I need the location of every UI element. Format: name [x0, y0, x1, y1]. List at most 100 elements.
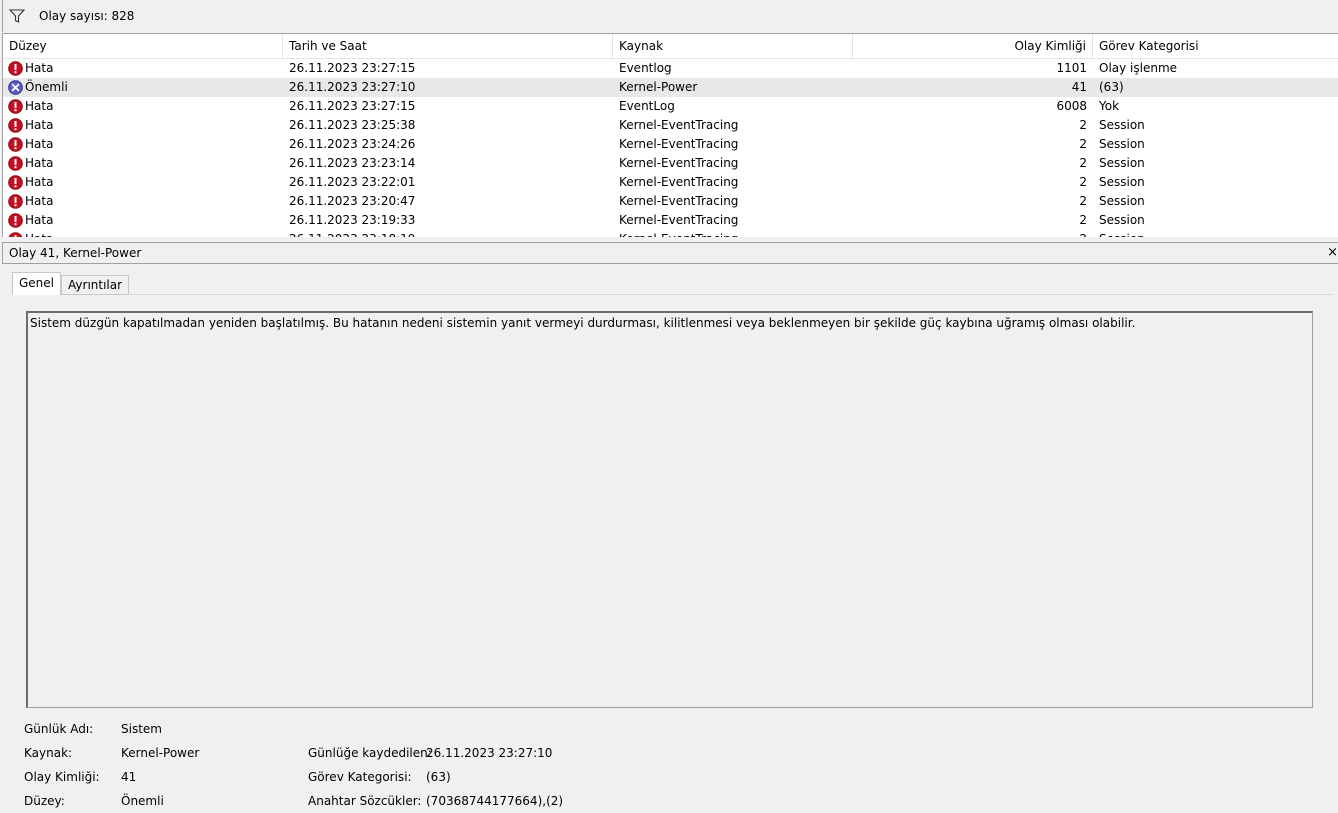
column-header-level[interactable]: Düzey [3, 34, 283, 58]
filter-bar: Olay sayısı: 828 [2, 0, 1338, 32]
cell-datetime: 26.11.2023 23:24:26 [289, 137, 416, 151]
cell-event-id: 2 [1079, 156, 1087, 170]
cell-level: Hata [3, 173, 283, 192]
cell-task-category: Yok [1099, 99, 1120, 113]
table-row[interactable]: Hata 26.11.2023 23:24:26 Kernel-EventTraci… [3, 135, 1338, 154]
task-category-label: Görev Kategorisi: [308, 770, 412, 784]
event-description[interactable]: Sistem düzgün kapatılmadan yeniden başla… [26, 311, 1313, 708]
cell-task-category: Session [1099, 175, 1145, 189]
cell-level: Hata [3, 192, 283, 211]
table-row[interactable]: Hata 26.11.2023 23:22:01 Kernel-EventTraci… [3, 173, 1338, 192]
table-row[interactable]: Hata 26.11.2023 23:27:15 Eventlog 1101 Olay … [3, 59, 1338, 78]
log-name-label: Günlük Adı: [24, 722, 94, 736]
level-text: Hata [25, 156, 54, 170]
error-icon [8, 118, 23, 133]
filter-icon[interactable] [7, 6, 27, 26]
level-text: Hata [25, 213, 54, 227]
cell-task-category: Session [1099, 118, 1145, 132]
cell-source: Kernel-EventTracing [619, 194, 739, 208]
error-icon [8, 99, 23, 114]
cell-event-id: 1101 [1056, 61, 1087, 75]
cell-source: Eventlog [619, 61, 672, 75]
cell-source: Kernel-Power [619, 80, 698, 94]
tab-general[interactable]: Genel [12, 272, 62, 295]
logged-label: Günlüğe kaydedilen: [308, 746, 432, 760]
cell-task-category: Olay işlenme [1099, 61, 1178, 75]
level-text: Hata [25, 99, 54, 113]
cell-level: Hata [3, 97, 283, 116]
event-list-header: Düzey Tarih ve Saat Kaynak Olay Kimliği … [3, 34, 1338, 59]
cell-datetime: 26.11.2023 23:23:14 [289, 156, 416, 170]
error-icon [8, 156, 23, 171]
cell-source: Kernel-EventTracing [619, 156, 739, 170]
cell-level: Önemli [3, 78, 283, 97]
source-value[interactable]: Kernel-Power [121, 746, 199, 760]
event-id-value[interactable]: 41 [121, 770, 136, 784]
task-category-value[interactable]: (63) [426, 770, 451, 784]
table-row[interactable]: Hata 26.11.2023 23:25:38 Kernel-EventTraci… [3, 116, 1338, 135]
cell-task-category: Session [1099, 194, 1145, 208]
column-header-source[interactable]: Kaynak [613, 34, 853, 58]
event-rows: Hata 26.11.2023 23:27:15 Eventlog 1101 Olay … [3, 59, 1338, 238]
cell-task-category: Session [1099, 137, 1145, 151]
cell-datetime: 26.11.2023 23:27:15 [289, 61, 416, 75]
table-row[interactable]: Hata 26.11.2023 23:23:14 Kernel-EventTraci… [3, 154, 1338, 173]
table-row[interactable]: Önemli 26.11.2023 23:27:10 Kernel-Power 41 (… [3, 78, 1338, 97]
cell-source: Kernel-EventTracing [619, 213, 739, 227]
cell-event-id: 2 [1079, 137, 1087, 151]
cell-event-id: 2 [1079, 175, 1087, 189]
tab-details[interactable]: Ayrıntılar [61, 275, 130, 295]
column-header-task-category[interactable]: Görev Kategorisi [1093, 34, 1338, 58]
cell-datetime: 26.11.2023 23:27:15 [289, 99, 416, 113]
keywords-value[interactable]: (70368744177664),(2) [426, 794, 563, 808]
cell-datetime: 26.11.2023 23:19:33 [289, 213, 416, 227]
table-row[interactable]: Hata 26.11.2023 23:19:33 Kernel-EventTraci… [3, 211, 1338, 230]
level-text: Hata [25, 61, 54, 75]
level-text: Hata [25, 118, 54, 132]
cell-event-id: 41 [1071, 80, 1087, 94]
cell-event-id: 2 [1079, 213, 1087, 227]
logged-value[interactable]: 26.11.2023 23:27:10 [426, 746, 552, 760]
error-icon [8, 175, 23, 190]
keywords-label: Anahtar Sözcükler: [308, 794, 422, 808]
tab-divider [12, 294, 1334, 295]
cell-source: Kernel-EventTracing [619, 118, 739, 132]
cell-source: Kernel-EventTracing [619, 175, 739, 189]
cell-event-id: 2 [1079, 194, 1087, 208]
cell-level: Hata [3, 154, 283, 173]
source-label: Kaynak: [24, 746, 73, 760]
detail-pane-header: Olay 41, Kernel-Power × [2, 242, 1338, 264]
level-text: Önemli [25, 80, 68, 94]
event-id-label: Olay Kimliği: [24, 770, 100, 784]
level-value[interactable]: Önemli [121, 794, 164, 808]
log-name-value[interactable]: Sistem [121, 722, 162, 736]
error-icon [8, 194, 23, 209]
event-list: Düzey Tarih ve Saat Kaynak Olay Kimliği … [2, 33, 1338, 239]
cell-datetime: 26.11.2023 23:25:38 [289, 118, 416, 132]
cell-event-id: 2 [1079, 118, 1087, 132]
cell-task-category: (63) [1099, 80, 1124, 94]
cell-datetime: 26.11.2023 23:22:01 [289, 175, 416, 189]
cell-source: EventLog [619, 99, 675, 113]
close-icon[interactable]: × [1327, 243, 1338, 263]
event-count: Olay sayısı: 828 [39, 9, 135, 23]
critical-icon [8, 80, 23, 95]
error-icon [8, 137, 23, 152]
level-text: Hata [25, 137, 54, 151]
column-header-datetime[interactable]: Tarih ve Saat [283, 34, 613, 58]
error-icon [8, 61, 23, 76]
cell-level: Hata [3, 116, 283, 135]
cell-level: Hata [3, 135, 283, 154]
error-icon [8, 213, 23, 228]
cell-task-category: Session [1099, 213, 1145, 227]
cell-level: Hata [3, 211, 283, 230]
level-label: Düzey: [24, 794, 65, 808]
detail-tabs: Genel Ayrıntılar [12, 272, 130, 295]
cell-datetime: 26.11.2023 23:27:10 [289, 80, 416, 94]
cell-event-id: 6008 [1056, 99, 1087, 113]
cell-level: Hata [3, 59, 283, 78]
column-header-event-id[interactable]: Olay Kimliği [853, 34, 1093, 58]
table-row[interactable]: Hata 26.11.2023 23:27:15 EventLog 6008 Yok [3, 97, 1338, 116]
table-row[interactable]: Hata 26.11.2023 23:20:47 Kernel-EventTraci… [3, 192, 1338, 211]
cell-task-category: Session [1099, 156, 1145, 170]
